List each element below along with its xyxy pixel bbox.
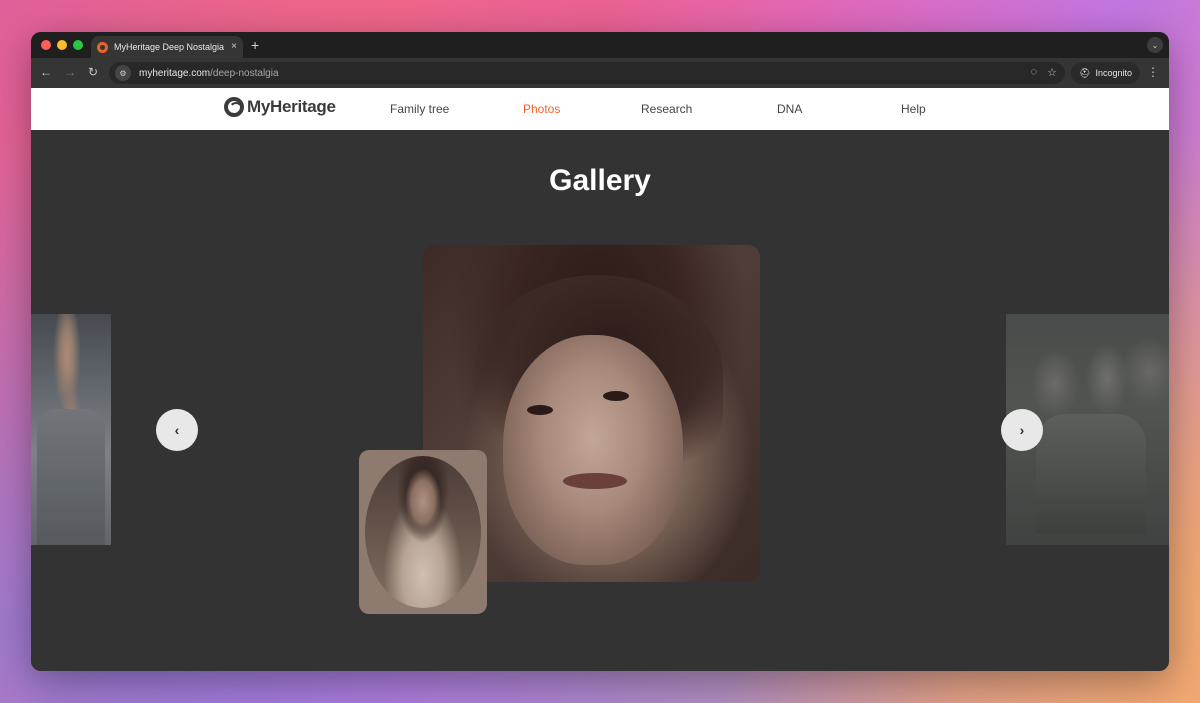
address-bar[interactable]: ⚙ myheritage.com/deep-nostalgia ◌ ☆ bbox=[109, 62, 1065, 84]
tab-strip: MyHeritage Deep Nostalgia™ × + ⌄ bbox=[31, 32, 1169, 58]
portrait-lips bbox=[563, 473, 627, 489]
original-photo-oval bbox=[365, 456, 481, 608]
myheritage-logo-icon bbox=[224, 97, 244, 117]
myheritage-favicon-icon bbox=[97, 41, 108, 53]
gallery-photo-original-thumbnail[interactable] bbox=[359, 450, 487, 614]
menu-icon[interactable]: ⋮ bbox=[1147, 65, 1159, 79]
nav-research[interactable]: Research bbox=[641, 102, 692, 116]
nav-help[interactable]: Help bbox=[901, 102, 926, 116]
maximize-window-button[interactable] bbox=[73, 40, 83, 50]
minimize-window-button[interactable] bbox=[57, 40, 67, 50]
incognito-badge[interactable]: ⛑ Incognito bbox=[1071, 62, 1140, 84]
nav-dna[interactable]: DNA bbox=[777, 102, 802, 116]
close-window-button[interactable] bbox=[41, 40, 51, 50]
gallery-section: Gallery ‹ › bbox=[31, 130, 1169, 671]
myheritage-logo[interactable]: MyHeritage bbox=[224, 97, 336, 117]
site-info-icon[interactable]: ⚙ bbox=[115, 65, 131, 81]
browser-window: MyHeritage Deep Nostalgia™ × + ⌄ ← → ↻ ⚙… bbox=[31, 32, 1169, 671]
star-icon[interactable]: ☆ bbox=[1047, 66, 1057, 79]
gallery-title: Gallery bbox=[549, 164, 651, 197]
incognito-icon: ⛑ bbox=[1079, 67, 1091, 78]
tab-search-chevron-icon[interactable]: ⌄ bbox=[1147, 37, 1163, 53]
next-arrow-button[interactable]: › bbox=[1001, 409, 1043, 451]
nav-photos[interactable]: Photos bbox=[523, 102, 560, 116]
portrait-eye-right bbox=[603, 391, 629, 401]
nav-family-tree[interactable]: Family tree bbox=[390, 102, 449, 116]
browser-toolbar: ← → ↻ ⚙ myheritage.com/deep-nostalgia ◌ … bbox=[31, 58, 1169, 88]
window-controls bbox=[41, 40, 83, 50]
tab-close-icon[interactable]: × bbox=[231, 42, 237, 52]
incognito-label: Incognito bbox=[1095, 68, 1132, 78]
eye-off-icon[interactable]: ◌ bbox=[1030, 66, 1037, 78]
url-domain: myheritage.com bbox=[139, 67, 211, 79]
prev-arrow-button[interactable]: ‹ bbox=[156, 409, 198, 451]
url-text: myheritage.com/deep-nostalgia bbox=[139, 68, 279, 79]
forward-icon[interactable]: → bbox=[64, 65, 76, 79]
new-tab-button[interactable]: + bbox=[251, 36, 259, 54]
site-header: MyHeritage Family tree Photos Research D… bbox=[31, 88, 1169, 130]
portrait-face bbox=[503, 335, 683, 565]
url-path: /deep-nostalgia bbox=[210, 67, 279, 79]
back-icon[interactable]: ← bbox=[40, 65, 52, 79]
logo-text: MyHeritage bbox=[247, 97, 336, 116]
gallery-photo-previous[interactable] bbox=[31, 314, 111, 545]
tab-title: MyHeritage Deep Nostalgia™ bbox=[114, 42, 226, 52]
portrait-eye-left bbox=[527, 405, 553, 415]
tab-active[interactable]: MyHeritage Deep Nostalgia™ × bbox=[91, 36, 243, 58]
reload-icon[interactable]: ↻ bbox=[88, 65, 98, 79]
